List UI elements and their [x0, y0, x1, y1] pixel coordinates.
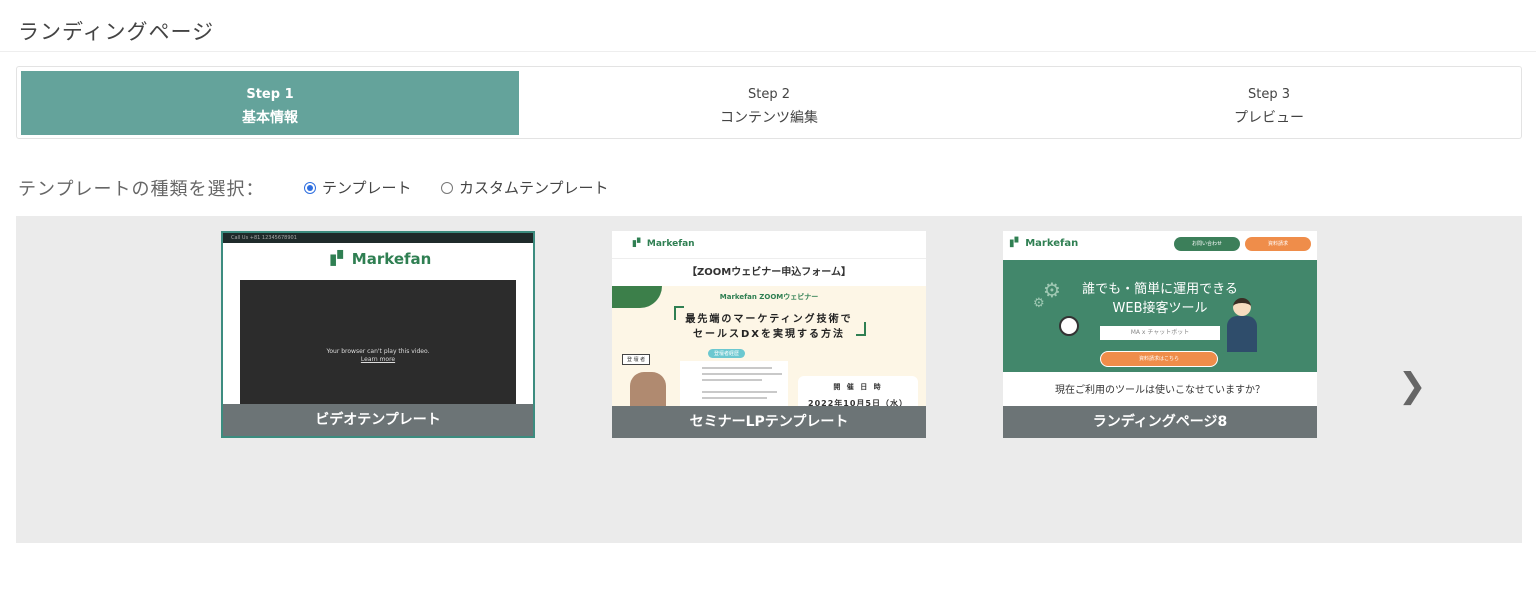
seminar-hero: Markefan ZOOMウェビナー 最先端のマーケティング技術で セールスDX…: [612, 286, 926, 416]
speaker-photo: [630, 372, 666, 406]
person-head: [1233, 298, 1251, 316]
date-label: 開 催 日 時: [833, 383, 883, 391]
cta-button: 資料請求はこちら: [1100, 351, 1218, 367]
form-title: 【ZOOMウェビナー申込フォーム】: [687, 267, 851, 278]
radio-template[interactable]: テンプレート: [304, 177, 412, 198]
step-number: Step 3: [1247, 87, 1290, 102]
video-player: Your browser can't play this video. Lear…: [240, 280, 516, 408]
career-list: [680, 361, 788, 406]
chevron-right-icon[interactable]: ❯: [1398, 366, 1427, 406]
career-badge: 登壇者経歴: [708, 349, 746, 358]
template-gallery: Call Us +81 12345678901 ▮▘ Markefan Your …: [16, 216, 1522, 543]
headline-line-2: WEB接客ツール: [1112, 301, 1208, 316]
video-learn-more-link: Learn more: [360, 356, 396, 363]
text-line: [702, 391, 777, 393]
step-2[interactable]: Step 2 コンテンツ編集: [519, 71, 1019, 135]
logo-text: Markefan: [1025, 238, 1079, 249]
radio-label: カスタムテンプレート: [459, 179, 609, 197]
markefan-logo-icon: ▮▘: [329, 250, 349, 268]
logo-text: Markefan: [351, 250, 432, 268]
landing-hero: ⚙ ⚙ 誰でも・簡単に運用できる WEB接客ツール MA x チャットボット 資…: [1003, 260, 1317, 372]
step-3[interactable]: Step 3 プレビュー: [1019, 71, 1519, 135]
step-number: Step 2: [747, 87, 790, 102]
seminar-headline: 最先端のマーケティング技術で セールスDXを実現する方法: [612, 312, 926, 342]
preview-header: ▮▘ Markefan: [612, 231, 926, 259]
logo-text: Markefan: [646, 239, 695, 249]
template-type-label: テンプレートの種類を選択：: [18, 179, 265, 200]
video-error-text: Your browser can't play this video.: [326, 348, 430, 355]
landing-question: 現在ご利用のツールは使いこなせていますか？: [1055, 385, 1265, 396]
template-caption: ビデオテンプレート: [223, 404, 533, 436]
markefan-logo: ▮▘ Markefan: [632, 239, 695, 249]
person-body: [1227, 316, 1257, 352]
template-card-video[interactable]: Call Us +81 12345678901 ▮▘ Markefan Your …: [221, 231, 535, 438]
video-message: Your browser can't play this video. Lear…: [240, 348, 516, 364]
preview-header: ▮▘ Markefan お問い合わせ 資料請求: [1003, 231, 1317, 259]
text-line: [702, 367, 772, 369]
radio-checked-icon[interactable]: [304, 182, 316, 194]
radio-label: テンプレート: [322, 179, 412, 197]
page-header: ランディングページ: [0, 0, 1536, 52]
bracket-right-icon: [856, 322, 866, 336]
businessman-illustration: [1221, 298, 1263, 354]
headline-line-1: 誰でも・簡単に運用できる: [1082, 282, 1238, 297]
markefan-logo: ▮▘ Markefan: [1009, 238, 1078, 249]
text-line: [702, 373, 782, 375]
step-1[interactable]: Step 1 基本情報: [21, 71, 519, 135]
stepper: Step 1 基本情報 Step 2 コンテンツ編集 Step 3 プレビュー: [16, 66, 1522, 139]
template-caption: セミナーLPテンプレート: [612, 406, 926, 438]
headline-line-1: 最先端のマーケティング技術で: [685, 314, 853, 325]
radio-custom-template[interactable]: カスタムテンプレート: [441, 177, 609, 198]
template-card-seminar[interactable]: ▮▘ Markefan 【ZOOMウェビナー申込フォーム】 Markefan ZO…: [612, 231, 926, 438]
step-name: 基本情報: [242, 110, 298, 126]
headline-line-2: セールスDXを実現する方法: [692, 329, 845, 340]
markefan-logo-icon: ▮▘: [632, 239, 644, 249]
step-number: Step 1: [246, 87, 294, 102]
preview-topbar-text: Call Us +81 12345678901: [231, 235, 297, 241]
robot-icon: [1059, 316, 1079, 336]
step-name: コンテンツ編集: [720, 110, 818, 126]
step-name: プレビュー: [1234, 110, 1304, 126]
speaker-label: 登 壇 者: [622, 354, 651, 365]
markefan-logo: ▮▘ Markefan: [329, 250, 431, 268]
landing-headline: 誰でも・簡単に運用できる WEB接客ツール: [1003, 280, 1317, 318]
markefan-logo-icon: ▮▘: [1009, 238, 1023, 249]
text-line: [702, 379, 762, 381]
preview-topbar: Call Us +81 12345678901: [223, 233, 533, 243]
template-caption: ランディングページ8: [1003, 406, 1317, 438]
template-card-landing8[interactable]: ▮▘ Markefan お問い合わせ 資料請求 ⚙ ⚙ 誰でも・簡単に運用できる …: [1003, 231, 1317, 438]
docs-button: 資料請求: [1245, 237, 1311, 251]
contact-button: お問い合わせ: [1174, 237, 1240, 251]
text-line: [702, 397, 767, 399]
page-title: ランディングページ: [18, 20, 215, 44]
radio-unchecked-icon[interactable]: [441, 182, 453, 194]
feature-pill: MA x チャットボット: [1100, 326, 1220, 340]
